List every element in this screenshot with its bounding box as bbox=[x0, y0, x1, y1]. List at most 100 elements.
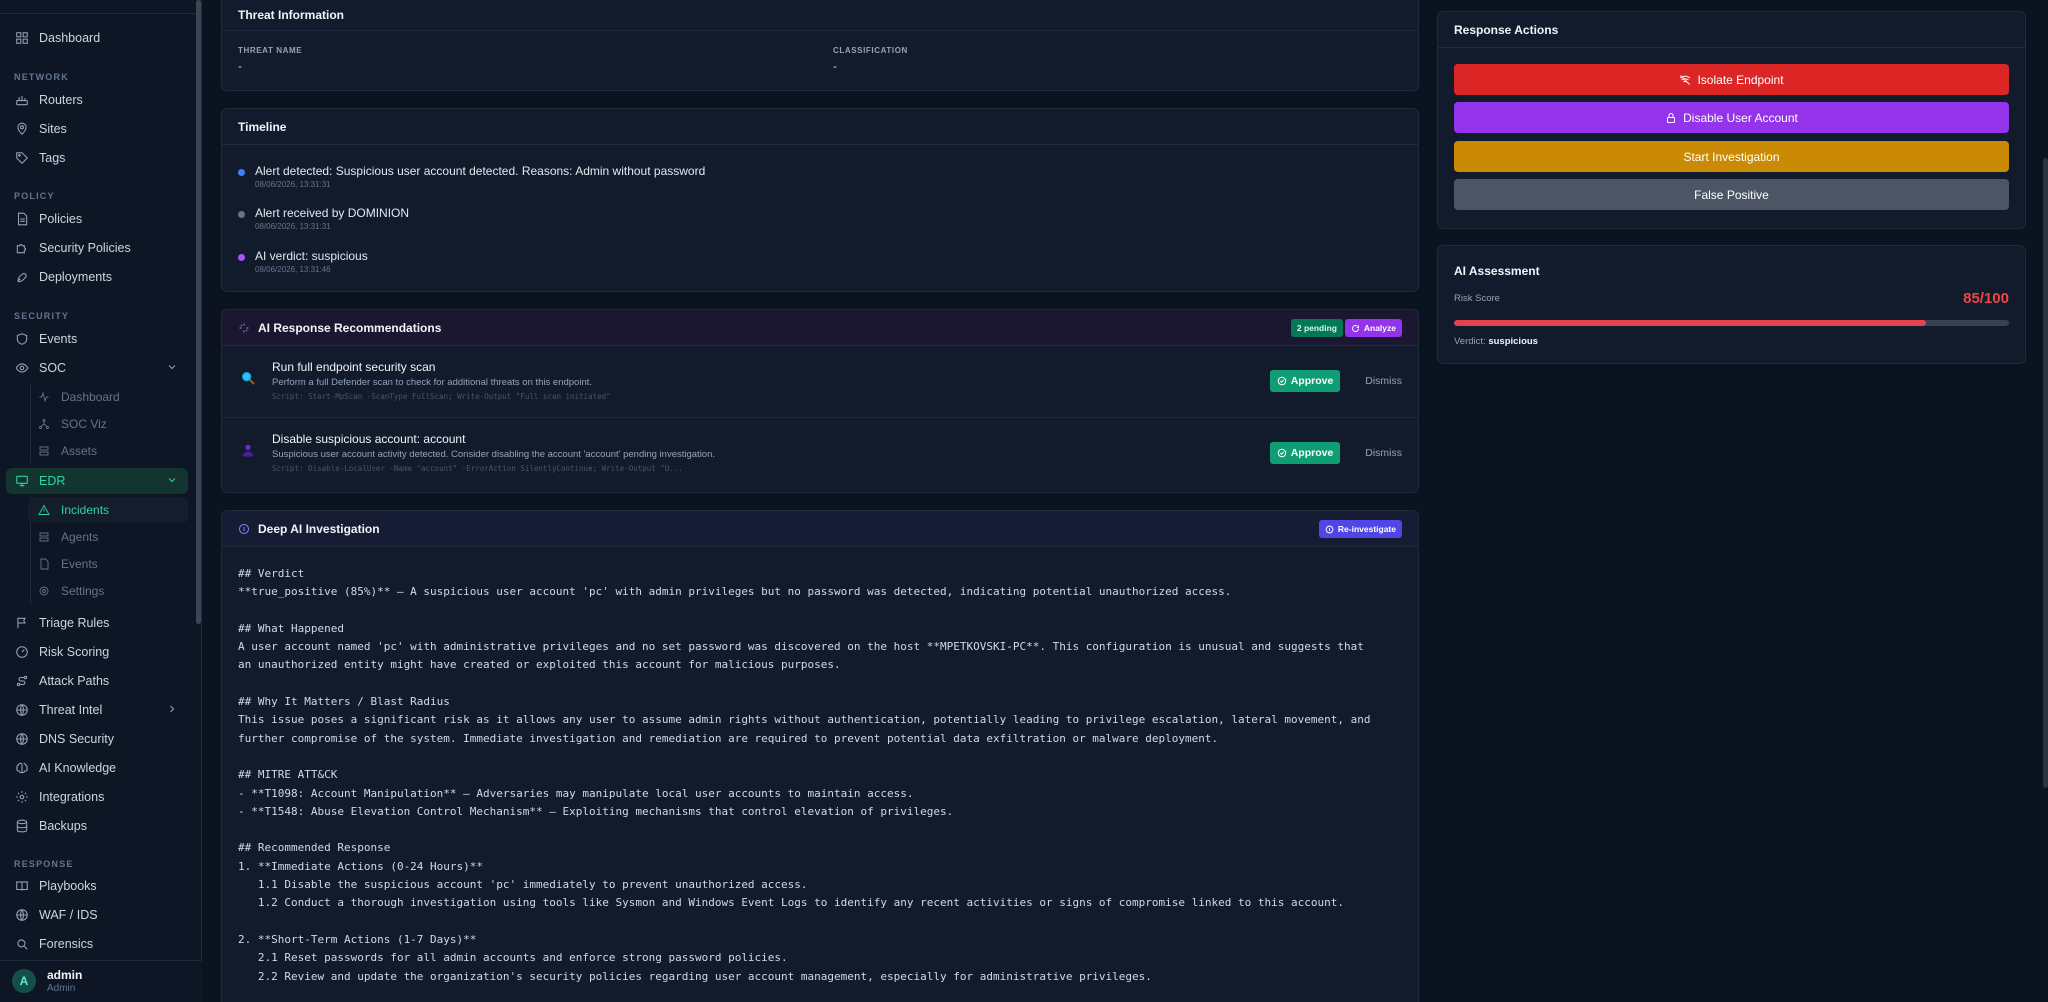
timeline-panel: Timeline Alert detected: Suspicious user… bbox=[221, 108, 1419, 292]
alert-triangle-icon bbox=[37, 503, 51, 517]
panel-title: Deep AI Investigation bbox=[258, 521, 380, 536]
sidebar-item-integrations[interactable]: Integrations bbox=[6, 784, 188, 810]
sidebar-item-dashboard[interactable]: Dashboard bbox=[6, 25, 188, 51]
user-name: admin bbox=[47, 968, 83, 982]
sidebar-item-label: Dashboard bbox=[39, 31, 101, 45]
sidebar-item-label: SOC Viz bbox=[61, 417, 107, 431]
sidebar-item-label: Triage Rules bbox=[39, 616, 110, 630]
sidebar-item-routers[interactable]: Routers bbox=[6, 87, 188, 113]
sidebar-subitem-soc-dashboard[interactable]: Dashboard bbox=[28, 384, 188, 410]
report-line: ## What Happened bbox=[238, 621, 344, 635]
layout-icon bbox=[15, 31, 29, 45]
server-icon bbox=[37, 444, 51, 458]
false-positive-button[interactable]: False Positive bbox=[1454, 179, 2009, 210]
sidebar-item-deployments[interactable]: Deployments bbox=[6, 264, 188, 290]
pending-badge: 2 pending bbox=[1290, 319, 1343, 337]
sidebar-item-label: Integrations bbox=[39, 790, 105, 804]
sidebar-item-label: DNS Security bbox=[39, 732, 115, 746]
sidebar-item-soc[interactable]: SOC bbox=[6, 355, 188, 381]
status-dot bbox=[238, 211, 245, 218]
recommendation-title: Run full endpoint security scan bbox=[272, 360, 436, 374]
deep-ai-investigation-panel: Deep AI Investigation Re-investigate ## … bbox=[221, 510, 1419, 1002]
activity-icon bbox=[37, 390, 51, 404]
sidebar-subitem-soc-viz[interactable]: SOC Viz bbox=[28, 411, 188, 437]
user-menu[interactable]: A admin Admin bbox=[0, 960, 202, 1002]
report-line: ## Recommended Response bbox=[238, 841, 391, 855]
sidebar-scrollbar[interactable] bbox=[196, 0, 201, 624]
sidebar-item-edr[interactable]: EDR bbox=[6, 468, 188, 494]
sidebar-item-backups[interactable]: Backups bbox=[6, 813, 188, 839]
sidebar-item-attack-paths[interactable]: Attack Paths bbox=[6, 668, 188, 694]
sidebar-subitem-assets[interactable]: Assets bbox=[28, 438, 188, 464]
sidebar-subitem-edr-events[interactable]: Events bbox=[28, 551, 188, 577]
sidebar-item-threat-intel[interactable]: Threat Intel bbox=[6, 697, 188, 723]
disable-user-account-button[interactable]: Disable User Account bbox=[1454, 102, 2009, 133]
sidebar-item-sites[interactable]: Sites bbox=[6, 116, 188, 142]
reinvestigate-button[interactable]: Re-investigate bbox=[1318, 520, 1402, 538]
timeline-text: AI verdict: suspicious bbox=[255, 249, 368, 263]
eye-icon bbox=[15, 361, 29, 375]
sidebar-item-ai-knowledge[interactable]: AI Knowledge bbox=[6, 755, 188, 781]
analyze-button[interactable]: Analyze bbox=[1344, 319, 1402, 337]
sidebar-item-label: Settings bbox=[61, 584, 105, 598]
refresh-icon bbox=[1351, 324, 1359, 332]
check-circle-icon bbox=[1277, 376, 1286, 386]
report-line: further compromise of the system. Immedi… bbox=[238, 731, 1219, 745]
sidebar-item-forensics[interactable]: Forensics bbox=[6, 931, 188, 957]
dismiss-button[interactable]: Dismiss bbox=[1365, 447, 1402, 459]
sidebar-item-waf-ids[interactable]: WAF / IDS bbox=[6, 902, 188, 928]
search-icon bbox=[15, 937, 29, 951]
sidebar-item-label: Backups bbox=[39, 819, 87, 833]
timeline-time: 08/06/2026, 13:31:31 bbox=[255, 222, 331, 231]
dismiss-button[interactable]: Dismiss bbox=[1365, 375, 1402, 387]
button-label: Start Investigation bbox=[1683, 149, 1780, 164]
sidebar-item-policies[interactable]: Policies bbox=[6, 206, 188, 232]
field-value: - bbox=[833, 59, 837, 73]
sidebar-item-tags[interactable]: Tags bbox=[6, 145, 188, 171]
response-actions-panel: Response Actions Isolate Endpoint Disabl… bbox=[1437, 11, 2026, 229]
report-line: This issue poses a significant risk as i… bbox=[238, 713, 1371, 727]
timeline-time: 08/06/2026, 13:31:46 bbox=[255, 265, 331, 274]
database-icon bbox=[15, 819, 29, 833]
sidebar-item-label: Deployments bbox=[39, 270, 112, 284]
sparkles-icon bbox=[238, 322, 250, 334]
rocket-icon bbox=[15, 270, 29, 284]
chevron-right-icon bbox=[166, 703, 178, 715]
sidebar-item-label: AI Knowledge bbox=[39, 761, 117, 775]
report-line: A user account named 'pc' with administr… bbox=[238, 640, 1364, 654]
magnifier-icon bbox=[240, 370, 256, 386]
start-investigation-button[interactable]: Start Investigation bbox=[1454, 141, 2009, 172]
classification-field: CLASSIFICATION - bbox=[833, 46, 908, 73]
verdict-value: suspicious bbox=[1488, 336, 1538, 347]
approve-button[interactable]: Approve bbox=[1270, 442, 1340, 464]
sidebar-item-risk-scoring[interactable]: Risk Scoring bbox=[6, 639, 188, 665]
report-line: ## Why It Matters / Blast Radius bbox=[238, 695, 450, 709]
report-line: - **T1098: Account Manipulation** — Adve… bbox=[238, 786, 914, 800]
monitor-icon bbox=[15, 474, 29, 488]
sidebar-item-label: Sites bbox=[39, 122, 67, 136]
report-line bbox=[238, 675, 1370, 693]
gear-icon bbox=[37, 584, 51, 598]
route-icon bbox=[15, 674, 29, 688]
sidebar-item-label: EDR bbox=[39, 474, 66, 488]
shield-icon bbox=[15, 332, 29, 346]
sidebar-item-events[interactable]: Events bbox=[6, 326, 188, 352]
section-label-policy: POLICY bbox=[14, 191, 55, 201]
user-icon bbox=[240, 442, 256, 458]
gear-icon bbox=[15, 790, 29, 804]
sidebar-item-triage-rules[interactable]: Triage Rules bbox=[6, 610, 188, 636]
sidebar-item-dns-security[interactable]: DNS Security bbox=[6, 726, 188, 752]
sidebar-item-label: Events bbox=[39, 332, 78, 346]
sidebar-subitem-settings[interactable]: Settings bbox=[28, 578, 188, 604]
timeline-text: Alert detected: Suspicious user account … bbox=[255, 164, 706, 178]
isolate-endpoint-button[interactable]: Isolate Endpoint bbox=[1454, 64, 2009, 95]
sidebar-item-playbooks[interactable]: Playbooks bbox=[6, 873, 188, 899]
sidebar-item-label: Events bbox=[61, 557, 98, 571]
main-scrollbar[interactable] bbox=[2043, 158, 2048, 788]
sidebar-item-label: Dashboard bbox=[61, 390, 120, 404]
sidebar-subitem-agents[interactable]: Agents bbox=[28, 524, 188, 550]
panel-title: Timeline bbox=[222, 109, 1418, 145]
sidebar-subitem-incidents[interactable]: Incidents bbox=[28, 497, 188, 523]
sidebar-item-security-policies[interactable]: Security Policies bbox=[6, 235, 188, 261]
approve-button[interactable]: Approve bbox=[1270, 370, 1340, 392]
